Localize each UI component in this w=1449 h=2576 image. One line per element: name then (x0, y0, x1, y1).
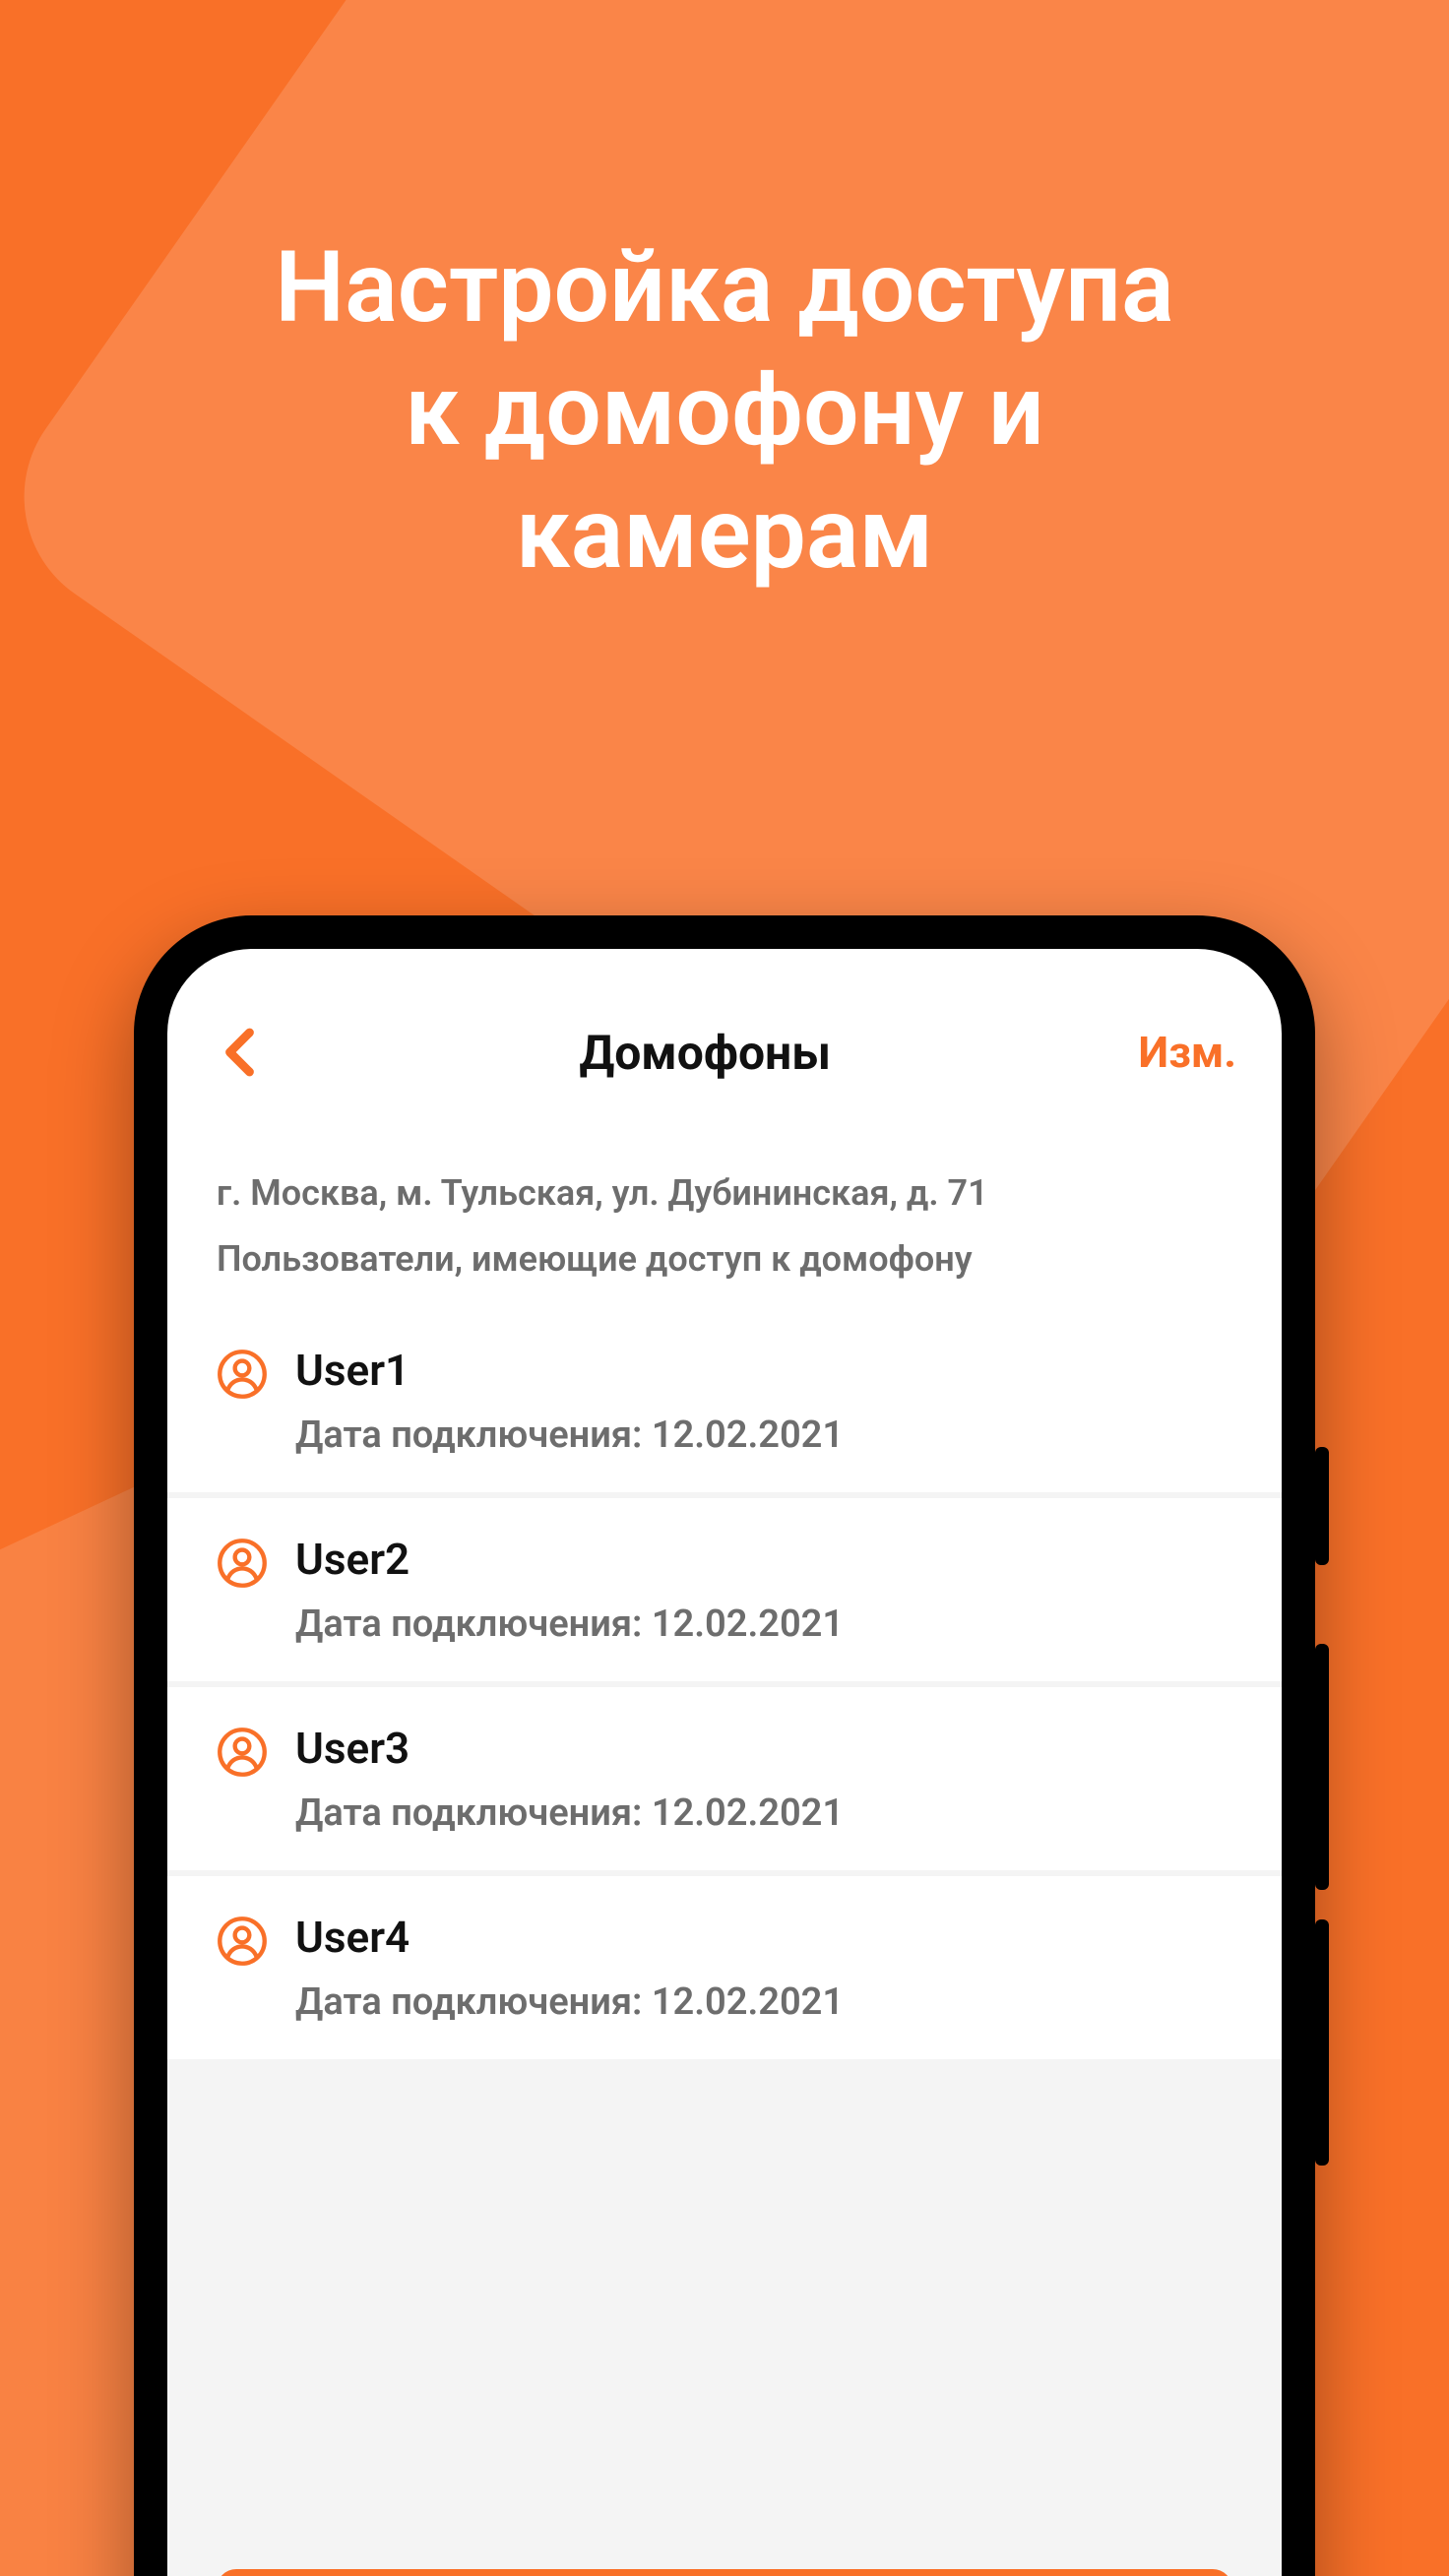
share-access-button[interactable]: Поделиться доступом (217, 2569, 1232, 2576)
user-icon-wrap (217, 1916, 268, 1967)
user-icon-wrap (217, 1349, 268, 1400)
phone-side-button (1315, 1644, 1329, 1890)
headline-line-2: к домофону и (405, 353, 1044, 469)
content-filler (167, 2065, 1282, 2569)
address-block: г. Москва, м. Тульская, ул. Дубининская,… (167, 1126, 1282, 1309)
user-name: User3 (295, 1723, 1232, 1774)
user-row-content: User1 Дата подключения: 12.02.2021 (295, 1345, 1232, 1457)
user-row[interactable]: User2 Дата подключения: 12.02.2021 (167, 1498, 1282, 1681)
user-row-content: User4 Дата подключения: 12.02.2021 (295, 1912, 1232, 2024)
user-connection-date: Дата подключения: 12.02.2021 (295, 1602, 1232, 1646)
phone-body: Домофоны Изм. г. Москва, м. Тульская, ул… (134, 915, 1315, 2576)
user-icon (217, 1916, 268, 1967)
phone-mockup: Домофоны Изм. г. Москва, м. Тульская, ул… (134, 915, 1315, 2576)
chevron-left-icon (213, 1023, 272, 1082)
headline-line-3: камерам (516, 476, 933, 592)
user-row[interactable]: User1 Дата подключения: 12.02.2021 (167, 1309, 1282, 1492)
user-name: User1 (295, 1345, 1232, 1396)
user-connection-date: Дата подключения: 12.02.2021 (295, 1791, 1232, 1835)
promo-headline: Настройка доступа к домофону и камерам (0, 0, 1449, 596)
share-button-wrap: Поделиться доступом (167, 2569, 1282, 2576)
user-icon (217, 1349, 268, 1400)
edit-button[interactable]: Изм. (1138, 1027, 1236, 1078)
user-icon (217, 1727, 268, 1778)
user-row[interactable]: User4 Дата подключения: 12.02.2021 (167, 1876, 1282, 2059)
user-row-content: User2 Дата подключения: 12.02.2021 (295, 1534, 1232, 1646)
navbar: Домофоны Изм. (167, 978, 1282, 1126)
user-name: User2 (295, 1534, 1232, 1585)
user-row-content: User3 Дата подключения: 12.02.2021 (295, 1723, 1232, 1835)
user-connection-date: Дата подключения: 12.02.2021 (295, 1414, 1232, 1457)
user-icon-wrap (217, 1727, 268, 1778)
promo-stage: Настройка доступа к домофону и камерам Д… (0, 0, 1449, 2576)
back-button[interactable] (213, 1023, 272, 1082)
phone-side-button (1315, 1447, 1329, 1565)
headline-line-1: Настройка доступа (275, 230, 1173, 346)
user-list: User1 Дата подключения: 12.02.2021 User2 Да… (167, 1309, 1282, 2065)
user-row[interactable]: User3 Дата подключения: 12.02.2021 (167, 1687, 1282, 1870)
user-connection-date: Дата подключения: 12.02.2021 (295, 1980, 1232, 2024)
phone-screen: Домофоны Изм. г. Москва, м. Тульская, ул… (167, 949, 1282, 2576)
users-subtitle: Пользователи, имеющие доступ к домофону (217, 1238, 1232, 1280)
user-icon-wrap (217, 1538, 268, 1589)
address-text: г. Москва, м. Тульская, ул. Дубининская,… (217, 1167, 1232, 1219)
phone-side-button (1315, 1919, 1329, 2166)
page-title: Домофоны (272, 1025, 1138, 1081)
user-name: User4 (295, 1912, 1232, 1963)
user-icon (217, 1538, 268, 1589)
